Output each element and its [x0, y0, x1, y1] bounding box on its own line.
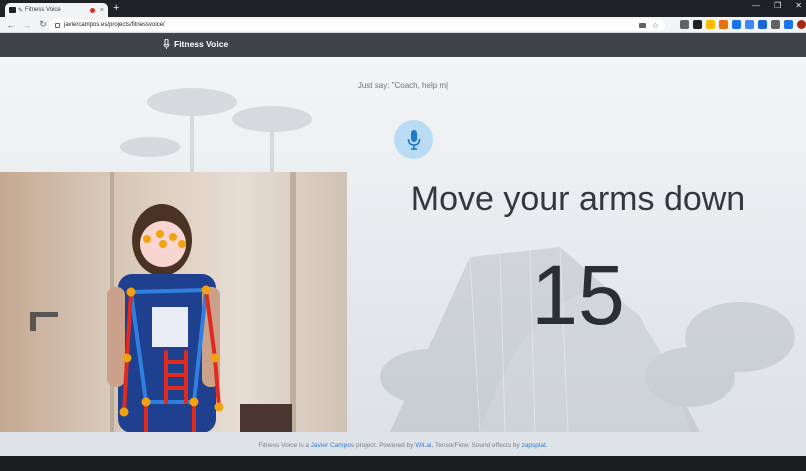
- browser-tabstrip: ✎ Fitness Voice × + — ❐ ✕: [0, 0, 806, 17]
- address-bar[interactable]: javiercampos.es/projects/fitnessvoice/ ☆: [49, 19, 665, 31]
- page-footer: Fitness Voice is a Javier Campos project…: [0, 432, 806, 456]
- footer-text: Fitness Voice is a: [258, 442, 311, 449]
- app-title: Fitness Voice: [174, 39, 229, 49]
- app-header: Fitness Voice: [0, 33, 806, 57]
- zapsplat-link[interactable]: zapsplat: [522, 442, 546, 449]
- extensions-area: ⋮: [680, 20, 806, 29]
- window-controls: — ❐ ✕: [752, 1, 802, 10]
- camera-icon[interactable]: [638, 22, 646, 28]
- extension-icon[interactable]: [745, 20, 754, 29]
- browser-tab[interactable]: ✎ Fitness Voice ×: [5, 3, 108, 17]
- microphone-icon: [163, 39, 170, 49]
- bookmark-star-icon[interactable]: ☆: [652, 21, 659, 30]
- new-tab-button[interactable]: +: [113, 2, 119, 14]
- bottom-bar: [0, 456, 806, 471]
- extension-icon[interactable]: [758, 20, 767, 29]
- mic-button[interactable]: [394, 120, 433, 159]
- recording-indicator-icon: [89, 7, 95, 13]
- exercise-instruction: Move your arms down: [410, 180, 746, 218]
- browser-toolbar: ← → ↻ javiercampos.es/projects/fitnessvo…: [0, 17, 806, 33]
- reload-button[interactable]: ↻: [38, 19, 48, 30]
- footer-text: .: [545, 442, 548, 449]
- back-button[interactable]: ←: [6, 20, 16, 30]
- extension-icon[interactable]: [706, 20, 715, 29]
- lock-icon: [55, 22, 60, 28]
- author-link[interactable]: Javier Campos: [311, 442, 354, 449]
- url-text: javiercampos.es/projects/fitnessvoice/: [64, 22, 165, 28]
- tab-close-icon[interactable]: ×: [100, 7, 104, 14]
- extension-icon[interactable]: [784, 20, 793, 29]
- extension-icon[interactable]: [693, 20, 702, 29]
- witai-link[interactable]: Wit.ai: [415, 442, 431, 449]
- voice-prompt: Just say: "Coach, help m|: [357, 81, 449, 90]
- pin-icon: ✎: [18, 7, 24, 14]
- maximize-button[interactable]: ❐: [774, 1, 781, 10]
- forward-button[interactable]: →: [22, 20, 32, 30]
- footer-text: project. Powered by: [354, 442, 416, 449]
- youtube-favicon-icon: [9, 7, 16, 13]
- minimize-button[interactable]: —: [752, 1, 760, 10]
- tab-title: Fitness Voice: [25, 7, 61, 13]
- profile-avatar[interactable]: [797, 20, 806, 29]
- extension-icon[interactable]: [680, 20, 689, 29]
- app-brand[interactable]: Fitness Voice: [163, 39, 228, 49]
- main-area: Just say: "Coach, help m| Move your arms…: [0, 57, 806, 432]
- webcam-feed: [0, 172, 347, 432]
- extension-icon[interactable]: [732, 20, 741, 29]
- footer-text: , TensorFlow. Sound effects by: [431, 442, 522, 449]
- puzzle-extensions-icon[interactable]: [771, 20, 780, 29]
- rep-counter: 15: [531, 248, 625, 342]
- close-window-button[interactable]: ✕: [795, 1, 802, 10]
- microphone-icon: [407, 129, 420, 150]
- extension-icon[interactable]: [719, 20, 728, 29]
